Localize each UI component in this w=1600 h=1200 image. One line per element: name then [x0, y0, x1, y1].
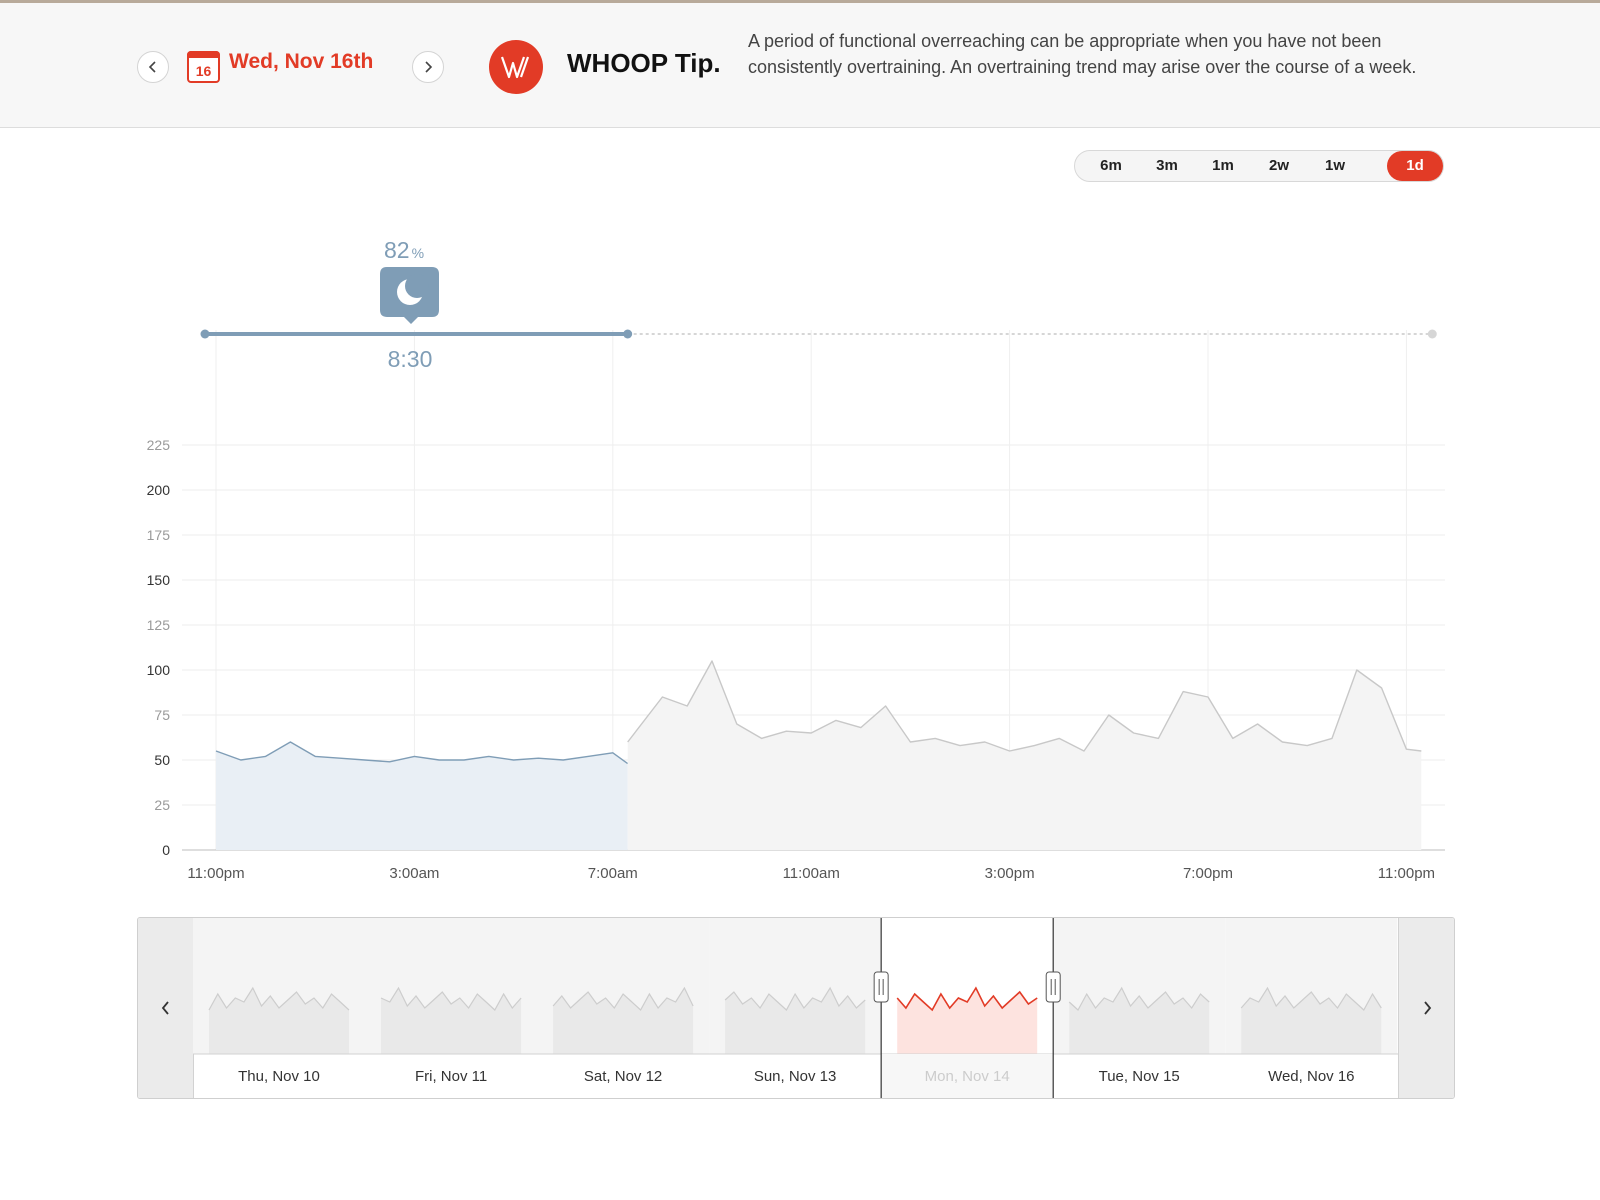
y-tick-label: 50: [154, 752, 170, 768]
navigator-drag-handle[interactable]: [1045, 971, 1061, 1003]
time-range-selector: 6m 3m 1m 2w 1w 1d: [1074, 150, 1444, 182]
navigator-day-label[interactable]: Mon, Nov 14: [881, 1068, 1053, 1085]
sleep-performance-unit: %: [412, 245, 424, 261]
y-tick-label: 150: [147, 572, 171, 588]
y-tick-label: 100: [147, 662, 171, 678]
sleep-duration: 8:30: [388, 346, 433, 372]
navigator-day-label[interactable]: Tue, Nov 15: [1053, 1068, 1225, 1085]
sleep-performance-value: 82: [384, 237, 410, 263]
navigator-prev-button[interactable]: [138, 918, 194, 1098]
y-tick-label: 0: [162, 842, 170, 858]
navigator-day-label[interactable]: Thu, Nov 10: [193, 1068, 365, 1085]
sleep-end-handle[interactable]: [623, 329, 633, 339]
x-tick-label: 11:00pm: [1378, 865, 1435, 882]
prev-day-button[interactable]: [137, 51, 169, 83]
navigator-drag-handle[interactable]: [873, 971, 889, 1003]
chart-series: [215, 660, 1422, 850]
range-6m-button[interactable]: 6m: [1083, 151, 1139, 181]
range-1m-button[interactable]: 1m: [1195, 151, 1251, 181]
x-tick-label: 3:00am: [389, 865, 439, 882]
navigator-day-label[interactable]: Fri, Nov 11: [365, 1068, 537, 1085]
navigator-day-label[interactable]: Sun, Nov 13: [709, 1068, 881, 1085]
range-2w-button[interactable]: 2w: [1251, 151, 1307, 181]
navigator-next-button[interactable]: [1398, 918, 1454, 1098]
awake-area: [627, 661, 1422, 850]
next-day-button[interactable]: [412, 51, 444, 83]
current-date[interactable]: Wed, Nov 16th: [229, 50, 373, 74]
navigator-day-label[interactable]: Sat, Nov 12: [537, 1068, 709, 1085]
y-tick-label: 225: [147, 437, 171, 453]
range-3m-button[interactable]: 3m: [1139, 151, 1195, 181]
heart-rate-chart: 0 25 50 75 100 125 150 175 200 225 11:00pm 3:00am 7…: [147, 237, 1445, 882]
chevron-left-icon: [161, 1001, 169, 1015]
day-end-dot: [1427, 329, 1437, 339]
whoop-logo-icon: [500, 56, 530, 79]
y-tick-label: 175: [147, 527, 171, 543]
chevron-right-icon: [1423, 1001, 1431, 1015]
whoop-logo: [489, 40, 543, 94]
x-tick-label: 11:00pm: [187, 865, 244, 882]
calendar-day: 16: [195, 63, 212, 79]
range-1d-button[interactable]: 1d: [1387, 151, 1443, 181]
y-tick-label: 125: [147, 617, 171, 633]
y-tick-label: 200: [147, 482, 171, 498]
x-tick-label: 11:00am: [783, 865, 840, 882]
navigator-day-bands: [193, 918, 1398, 1054]
sleep-performance: 82%: [384, 237, 424, 263]
navigator-day-label[interactable]: Wed, Nov 16: [1225, 1068, 1397, 1085]
y-tick-label: 25: [154, 797, 170, 813]
date-navigator: Thu, Nov 10 Fri, Nov 11 Sat, Nov 12 Sun, No…: [137, 917, 1455, 1099]
sleep-badge[interactable]: 82% 8:30: [380, 237, 439, 372]
x-tick-label: 7:00am: [588, 865, 638, 882]
tip-title: WHOOP Tip.: [567, 48, 721, 78]
sleep-period-bar[interactable]: [200, 329, 1437, 339]
x-axis: 11:00pm 3:00am 7:00am 11:00am 3:00pm 7:00pm 11…: [182, 849, 1445, 882]
x-tick-label: 7:00pm: [1183, 865, 1233, 882]
calendar-icon[interactable]: 16: [187, 51, 220, 83]
x-tick-label: 3:00pm: [985, 865, 1035, 882]
y-axis: 0 25 50 75 100 125 150 175 200 225: [147, 437, 171, 858]
y-tick-label: 75: [154, 707, 170, 723]
range-1w-button[interactable]: 1w: [1307, 151, 1363, 181]
tip-text: A period of functional overreaching can …: [748, 31, 1417, 77]
header-bar: 16 Wed, Nov 16th WHOOP Tip. A period of …: [0, 3, 1600, 128]
sleep-start-handle[interactable]: [200, 329, 210, 339]
sleep-area: [216, 742, 628, 850]
chevron-right-icon: [425, 61, 433, 73]
chevron-left-icon: [148, 61, 156, 73]
